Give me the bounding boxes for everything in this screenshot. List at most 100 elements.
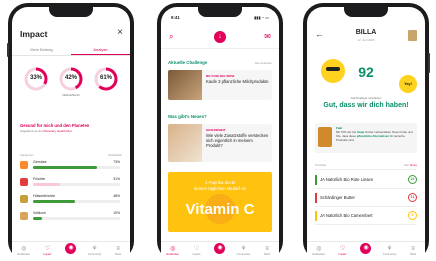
tab-community[interactable]: ⚘ Community <box>378 242 402 261</box>
food-row[interactable]: Gemüse 73% <box>20 160 122 174</box>
compass-icon: ◎ <box>170 246 176 252</box>
tab-community[interactable]: ⚘ Community <box>232 242 256 261</box>
phone-side-button <box>7 43 9 57</box>
menu-icon: ≡ <box>265 246 269 252</box>
tab-label: Community <box>87 253 102 256</box>
sort-score[interactable]: Score <box>410 163 417 167</box>
food-icon <box>20 161 28 169</box>
fact-card[interactable]: Fakt Mit 70% der bei Imaje Nutzer verhan… <box>315 123 417 153</box>
food-row[interactable]: Hülsenfrüchte 48% <box>20 194 122 208</box>
vitamin-banner[interactable]: 1 Paprika deckt deinen täglichen Bedarf a… <box>168 172 272 232</box>
tab-impact[interactable]: ♡ Impact <box>185 242 209 261</box>
tab-label: Mehr <box>410 253 417 256</box>
sort-abc[interactable]: Abc <box>404 163 409 167</box>
entdecken-screen: 9:41 ▮▮▮ ◔ ▭ ⌕ ↓ ✉ Aktuelle Challenge Al… <box>161 7 279 261</box>
phone-notch <box>198 7 242 17</box>
ring-percent: 33% <box>29 75 42 81</box>
food-row[interactable]: Früchte 31% <box>20 177 122 191</box>
goal-subtitle: Angelehnt an die Planetary Health Diet <box>20 129 72 133</box>
header-left: Produkte <box>315 163 327 167</box>
food-row[interactable]: Vollkorn 10% <box>20 211 122 225</box>
app-logo: ↓ <box>214 31 226 43</box>
planetary-diet-link[interactable]: Planetary Health Diet <box>43 129 71 133</box>
product-score: 22 <box>408 175 417 184</box>
menu-icon: ≡ <box>116 246 120 252</box>
phone-side-button <box>428 53 430 73</box>
food-table-header: Kategorien Tatsächlich <box>20 153 122 157</box>
chat-icon[interactable]: ✉ <box>264 32 271 41</box>
food-name: Hülsenfrüchte <box>33 194 56 198</box>
food-name: Früchte <box>33 177 46 181</box>
sort-options[interactable]: Abc Score <box>404 163 417 167</box>
phone-receipt: ← BILLA 12. Juni 2023 92 Yay! Nachhaltig… <box>303 3 430 261</box>
card-tag: NO COW, BIG WOW <box>206 74 235 78</box>
food-percent: 73% <box>113 160 120 164</box>
tab-label: Entdecken <box>312 253 326 256</box>
banner-text: 1 Paprika deckt deinen täglichen Bedarf a… <box>168 180 272 192</box>
section-challenge-title: Aktuelle Challenge <box>168 60 208 65</box>
tab-mehr[interactable]: ≡ Mehr <box>255 242 279 261</box>
heart-icon: ♡ <box>339 246 346 252</box>
tab-scan[interactable]: ◉ <box>354 242 378 261</box>
tab-entdecken[interactable]: ◎ Entdecken <box>307 242 331 261</box>
search-icon[interactable]: ⌕ <box>169 32 173 42</box>
yay-badge: Yay! <box>399 75 417 93</box>
tab-community[interactable]: ⚘ Community <box>83 242 107 261</box>
tab-label: Impact <box>43 253 52 256</box>
product-row[interactable]: JA Natürlich Bio Camembert 8 <box>315 208 417 225</box>
product-row[interactable]: JA Natürlich Bio Rote Linsen 22 <box>315 172 417 189</box>
ring-percent: 42% <box>64 75 77 81</box>
cow-image <box>168 70 202 100</box>
bag-icon <box>408 30 417 41</box>
heart-icon: ♡ <box>193 246 200 252</box>
food-name: Gemüse <box>33 160 47 164</box>
page-title: Impact <box>20 29 48 39</box>
tab-entdecken[interactable]: ◎ Entdecken <box>161 242 185 261</box>
score-caption: Nachhaltiger einkaufen <box>350 96 382 100</box>
tab-entdecken[interactable]: ◎ Entdecken <box>12 242 36 261</box>
food-progress-bar <box>33 166 120 169</box>
impact-screen: Impact × Mein Beitrag Analyse 33% 42% Nä… <box>12 7 130 261</box>
tab-mein-beitrag[interactable]: Mein Beitrag <box>12 45 71 55</box>
food-progress-bar <box>33 200 120 203</box>
tab-label: Mehr <box>115 253 122 256</box>
card-tag: GESUNDHEIT <box>206 128 226 132</box>
menu-icon: ≡ <box>411 246 415 252</box>
tab-scan[interactable]: ◉ <box>59 242 83 261</box>
community-icon: ⚘ <box>240 246 247 252</box>
tab-analyse[interactable]: Analyse <box>71 45 130 55</box>
news-card[interactable]: GESUNDHEIT Wie viele Zusatzstoffe verste… <box>168 124 272 162</box>
phone-impact: Impact × Mein Beitrag Analyse 33% 42% Nä… <box>7 3 134 261</box>
tab-mehr[interactable]: ≡ Mehr <box>401 242 425 261</box>
tab-mehr[interactable]: ≡ Mehr <box>106 242 130 261</box>
tab-label: Community <box>382 253 397 256</box>
tab-impact[interactable]: ♡ Impact <box>36 242 60 261</box>
food-name: Vollkorn <box>33 211 46 215</box>
product-color-bar <box>315 193 317 203</box>
goal-title: Gesund für mich und den Planeten <box>20 123 90 128</box>
tab-scan[interactable]: ◉ <box>208 242 232 261</box>
challenge-card[interactable]: NO COW, BIG WOW Kaufe 3 pflanzliche Milc… <box>168 70 272 100</box>
phone-entdecken: 9:41 ▮▮▮ ◔ ▭ ⌕ ↓ ✉ Aktuelle Challenge Al… <box>157 3 283 261</box>
banner-line-2: deinen täglichen Bedarf an <box>193 186 247 191</box>
ring-chart: 42% Nährstoffreich <box>59 67 83 97</box>
section-news-title: Was gibt's Neues? <box>168 114 207 119</box>
product-row[interactable]: Schärdinger Butter 11 <box>315 190 417 207</box>
food-percent: 31% <box>113 177 120 181</box>
food-progress-fill <box>33 183 60 186</box>
tab-impact[interactable]: ♡ Impact <box>331 242 355 261</box>
community-icon: ⚘ <box>91 246 98 252</box>
status-time: 9:41 <box>171 15 180 20</box>
camera-icon: ◉ <box>214 243 226 254</box>
close-icon[interactable]: × <box>117 27 123 38</box>
product-score: 11 <box>408 193 417 202</box>
food-icon <box>20 212 28 220</box>
food-progress-fill <box>33 200 75 203</box>
product-color-bar <box>315 211 317 221</box>
see-all-link[interactable]: Alle ansehen <box>255 61 272 65</box>
score-message: Gut, dass wir dich haben! <box>323 102 409 109</box>
community-icon: ⚘ <box>386 246 393 252</box>
bottom-tabbar: ◎ Entdecken ♡ Impact ◉ ⚘ Community ≡ Mehr <box>12 241 130 261</box>
food-progress-fill <box>33 217 42 220</box>
bottom-tabbar: ◎ Entdecken ♡ Impact ◉ ⚘ Community ≡ Mehr <box>161 241 279 261</box>
